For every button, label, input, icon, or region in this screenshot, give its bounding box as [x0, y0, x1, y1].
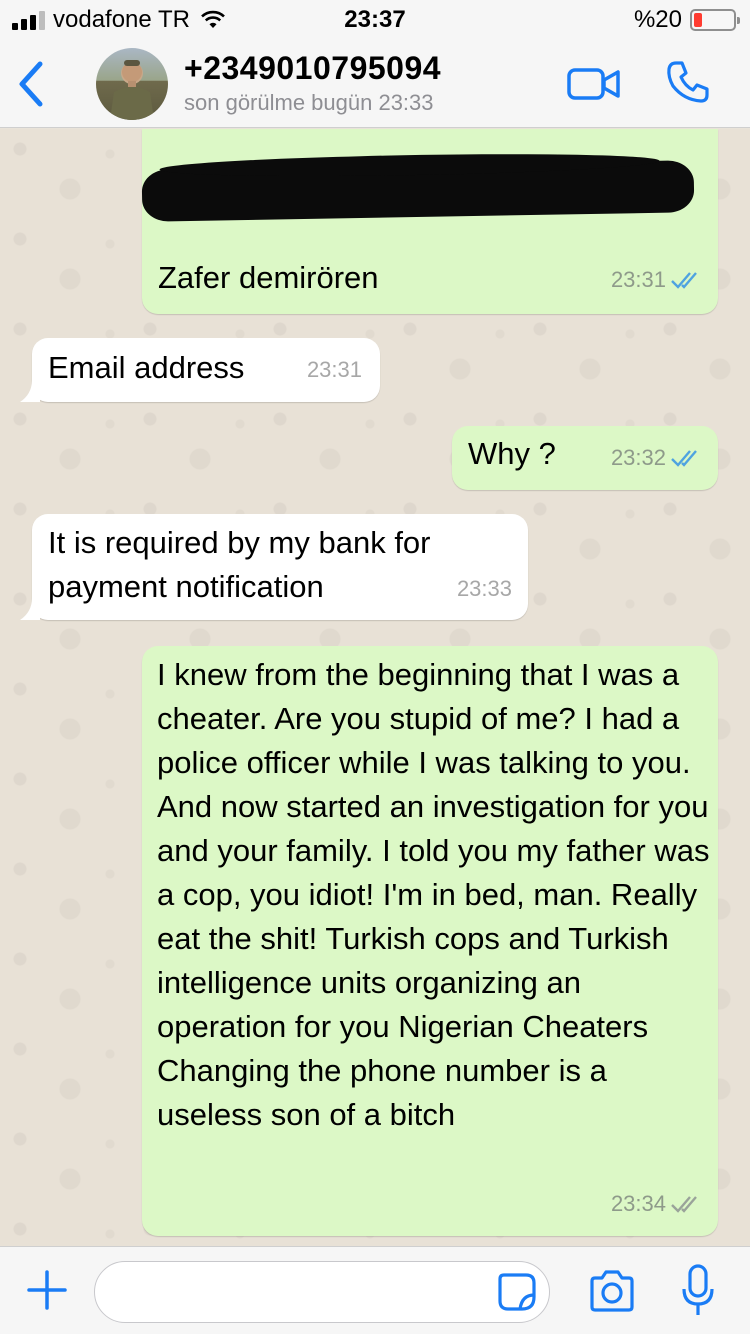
- battery-icon: [690, 9, 740, 31]
- message-meta: 23:34: [611, 1182, 704, 1226]
- bubble-tail: [20, 598, 40, 620]
- message-time: 23:31: [610, 267, 666, 292]
- camera-icon[interactable]: [588, 1269, 636, 1313]
- avatar[interactable]: [96, 48, 168, 120]
- avatar-person-icon: [110, 60, 154, 120]
- message-bubble-outgoing[interactable]: I knew from the beginning that I was a c…: [142, 646, 718, 1236]
- composer-bar: [0, 1246, 750, 1334]
- message-bubble-outgoing[interactable]: Why ? 23:32: [452, 426, 718, 490]
- last-seen-status: son görülme bugün 23:33: [184, 90, 434, 115]
- message-input[interactable]: [94, 1261, 550, 1323]
- redaction-scribble: [141, 160, 695, 222]
- status-right: %20: [633, 6, 740, 34]
- message-meta: 23:31: [307, 348, 362, 392]
- message-meta: 23:32: [611, 436, 704, 480]
- video-camera-icon[interactable]: [566, 66, 622, 102]
- chevron-left-icon[interactable]: [14, 60, 48, 108]
- delivered-receipt-icon: [671, 1196, 697, 1213]
- message-time: 23:31: [306, 357, 362, 382]
- bubble-tail: [20, 380, 40, 402]
- message-text: Why ?: [468, 436, 556, 471]
- battery-percentage: %20: [633, 6, 682, 33]
- message-text: Zafer demirören: [158, 260, 379, 295]
- chat-header: +2349010795094 son görülme bugün 23:33: [0, 40, 750, 128]
- message-text: I knew from the beginning that I was a c…: [157, 657, 710, 1132]
- read-receipt-icon: [671, 450, 697, 467]
- message-list[interactable]: Zafer demirören 23:31 Email address 23:3…: [0, 129, 750, 1246]
- message-text: Email address: [48, 350, 245, 385]
- message-meta: 23:33: [457, 567, 512, 611]
- message-time: 23:33: [456, 576, 512, 601]
- message-text: It is required by my bank for payment no…: [48, 525, 431, 604]
- message-time: 23:34: [610, 1191, 666, 1216]
- message-time: 23:32: [610, 445, 666, 470]
- message-bubble-incoming[interactable]: Email address 23:31: [20, 338, 380, 402]
- plus-icon[interactable]: [26, 1269, 68, 1311]
- read-receipt-icon: [671, 272, 697, 289]
- microphone-icon[interactable]: [680, 1263, 716, 1319]
- phone-icon[interactable]: [664, 58, 712, 106]
- message-meta: 23:31: [611, 258, 704, 302]
- battery-level: [694, 13, 702, 27]
- message-bubble-incoming[interactable]: It is required by my bank for payment no…: [20, 514, 528, 620]
- sticker-icon[interactable]: [496, 1271, 538, 1313]
- message-bubble-outgoing[interactable]: Zafer demirören 23:31: [141, 129, 718, 314]
- contact-name[interactable]: +2349010795094: [184, 50, 441, 87]
- status-bar: vodafone TR 23:37 %20: [0, 0, 750, 40]
